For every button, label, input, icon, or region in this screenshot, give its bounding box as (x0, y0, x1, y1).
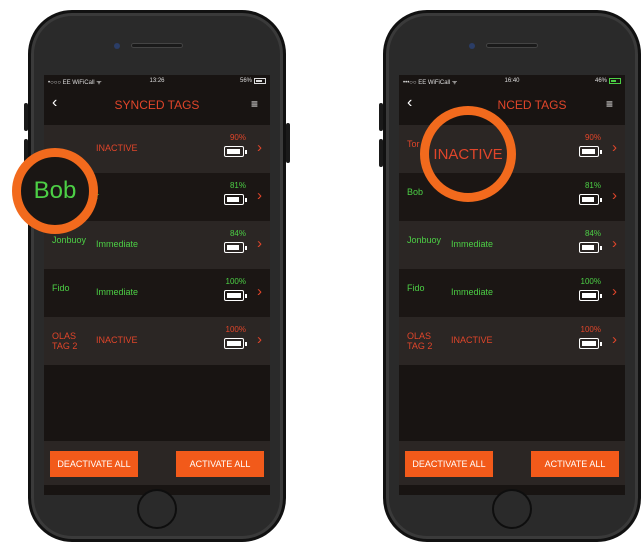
battery-icon (224, 194, 247, 205)
battery-icon (579, 338, 602, 349)
tag-row[interactable]: Fido Immediate 100% › (399, 269, 625, 317)
battery-icon (609, 78, 621, 84)
action-bar: DEACTIVATE ALL ACTIVATE ALL (44, 441, 270, 485)
volume-up-button (24, 103, 28, 131)
home-button (492, 489, 532, 529)
battery-icon (224, 338, 247, 349)
camera-icon (114, 43, 120, 49)
battery-icon (579, 194, 602, 205)
volume-up-button (379, 103, 383, 131)
battery-percent: 90% (584, 133, 601, 142)
deactivate-all-button[interactable]: DEACTIVATE ALL (405, 451, 493, 477)
speaker-grille (131, 43, 183, 48)
battery-percent: 46% (594, 78, 607, 84)
battery-icon (224, 242, 247, 253)
volume-down-button (379, 139, 383, 167)
battery-percent: 100% (580, 277, 601, 286)
home-button (137, 489, 177, 529)
battery-percent: 81% (584, 181, 601, 190)
tag-name: Jonbuoy (52, 235, 87, 245)
battery-percent: 90% (229, 133, 246, 142)
tag-status: Immediate (451, 287, 494, 297)
tag-row[interactable]: Fido Immediate 100% › (44, 269, 270, 317)
chevron-right-icon[interactable]: › (612, 283, 617, 300)
tag-name: Fido (52, 283, 70, 293)
power-button (286, 123, 290, 163)
chevron-right-icon[interactable]: › (257, 139, 262, 156)
chevron-right-icon[interactable]: › (257, 235, 262, 252)
battery-percent: 56% (239, 78, 252, 84)
chevron-right-icon[interactable]: › (257, 187, 262, 204)
tag-status: Immediate (96, 239, 139, 249)
highlight-callout-bob: Bob (12, 148, 98, 234)
battery-icon (579, 242, 602, 253)
chevron-right-icon[interactable]: › (612, 235, 617, 252)
callout-label: INACTIVE (433, 145, 503, 163)
activate-all-button[interactable]: ACTIVATE ALL (531, 451, 619, 477)
chevron-right-icon[interactable]: › (257, 283, 262, 300)
chevron-right-icon[interactable]: › (612, 331, 617, 348)
clock: 16:40 (504, 78, 520, 84)
callout-label: Bob (33, 177, 77, 204)
battery-percent: 84% (229, 229, 246, 238)
tag-status: Immediate (96, 287, 139, 297)
tag-status: INACTIVE (451, 335, 493, 345)
battery-icon (579, 290, 602, 301)
chevron-right-icon[interactable]: › (612, 139, 617, 156)
activate-all-button[interactable]: ACTIVATE ALL (176, 451, 264, 477)
highlight-callout-inactive: INACTIVE (420, 106, 516, 202)
tag-name: OLAS TAG 2 (407, 331, 433, 351)
nav-bar: ‹ NCED TAGS ≡ (399, 89, 625, 119)
menu-icon[interactable]: ≡ (606, 97, 613, 111)
page-title: SYNCED TAGS (114, 98, 200, 112)
chevron-right-icon[interactable]: › (257, 331, 262, 348)
battery-icon (224, 290, 247, 301)
page-title: NCED TAGS (497, 98, 567, 112)
battery-percent: 81% (229, 181, 246, 190)
menu-icon[interactable]: ≡ (251, 97, 258, 111)
tag-row[interactable]: Jonbuoy Immediate 84% › (44, 221, 270, 269)
tag-row[interactable]: Jonbuoy Immediate 84% › (399, 221, 625, 269)
left-phone: •○○○ EE WiFiCall ᯤ 13:26 56% ‹ SYNCED TA… (24, 10, 290, 542)
battery-percent: 100% (225, 325, 246, 334)
camera-icon (469, 43, 475, 49)
tag-name: OLAS TAG 2 (52, 331, 78, 351)
tag-row[interactable]: OLAS TAG 2 INACTIVE 100% › (44, 317, 270, 365)
status-bar: •••○○ EE WiFiCall ᯤ 16:40 46% (399, 75, 625, 87)
battery-percent: 100% (580, 325, 601, 334)
battery-percent: 100% (225, 277, 246, 286)
left-screen: •○○○ EE WiFiCall ᯤ 13:26 56% ‹ SYNCED TA… (44, 75, 270, 495)
clock: 13:26 (149, 78, 165, 84)
action-bar: DEACTIVATE ALL ACTIVATE ALL (399, 441, 625, 485)
battery-icon (579, 146, 602, 157)
battery-percent: 84% (584, 229, 601, 238)
battery-icon (224, 146, 247, 157)
chevron-right-icon[interactable]: › (612, 187, 617, 204)
tag-status: INACTIVE (96, 335, 138, 345)
battery-icon (254, 78, 266, 84)
deactivate-all-button[interactable]: DEACTIVATE ALL (50, 451, 138, 477)
right-phone: •••○○ EE WiFiCall ᯤ 16:40 46% ‹ NCED TAG… (379, 10, 641, 542)
tag-row[interactable]: OLAS TAG 2 INACTIVE 100% › (399, 317, 625, 365)
tag-name: Jonbuoy (407, 235, 442, 245)
tag-status: Immediate (451, 239, 494, 249)
tag-status: INACTIVE (96, 143, 138, 153)
nav-bar: ‹ SYNCED TAGS ≡ (44, 89, 270, 119)
speaker-grille (486, 43, 538, 48)
tag-name: Fido (407, 283, 425, 293)
status-bar: •○○○ EE WiFiCall ᯤ 13:26 56% (44, 75, 270, 87)
